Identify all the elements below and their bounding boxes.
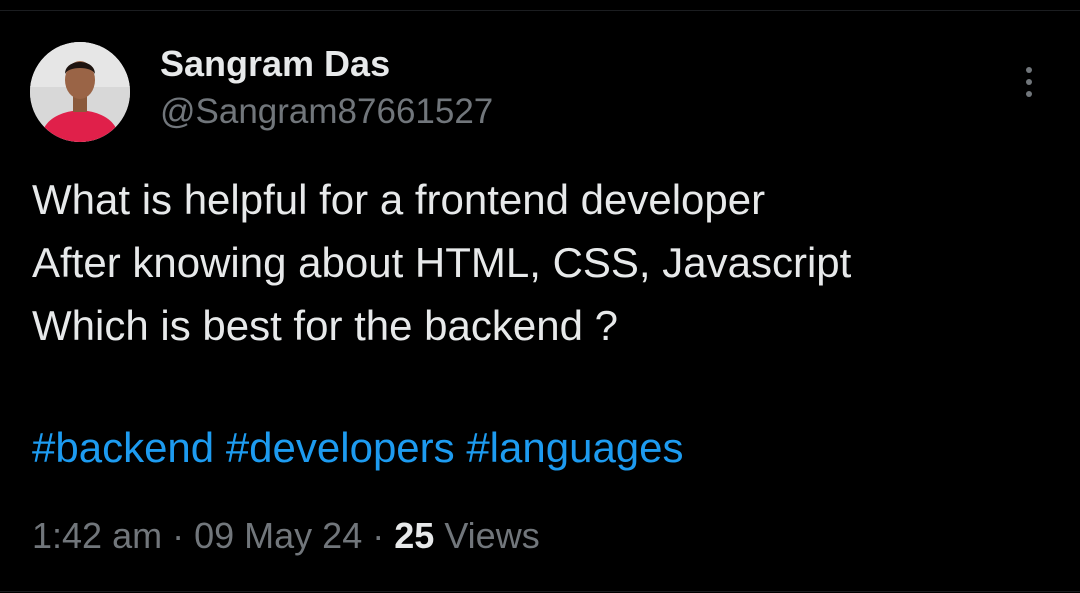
top-divider [0,10,1080,11]
tweet-line: After knowing about HTML, CSS, Javascrip… [32,239,852,286]
more-options-button[interactable] [1012,62,1046,102]
views-label: Views [444,515,540,556]
tweet-meta: 1:42 am · 09 May 24 · 25 Views [32,512,540,560]
tweet-line: What is helpful for a frontend developer [32,176,766,223]
hashtag-list: #backend #developers #languages [32,420,684,476]
post-time[interactable]: 1:42 am [32,515,162,556]
tweet-line: Which is best for the backend ? [32,302,618,349]
author-display-name[interactable]: Sangram Das [160,44,390,84]
tweet-body: What is helpful for a frontend developer… [32,168,851,357]
more-vertical-icon [1026,67,1032,73]
author-handle[interactable]: @Sangram87661527 [160,92,493,132]
more-vertical-icon-dot [1026,79,1032,85]
views-count: 25 [394,515,435,556]
post-date[interactable]: 09 May 24 [194,515,362,556]
avatar-image [30,42,130,142]
tweet-card: Sangram Das @Sangram87661527 What is hel… [0,0,1080,593]
meta-separator: · [372,515,385,556]
hashtag-languages[interactable]: #languages [466,424,683,471]
hashtag-developers[interactable]: #developers [226,424,455,471]
hashtag-backend[interactable]: #backend [32,424,214,471]
more-vertical-icon-dot [1026,91,1032,97]
avatar[interactable] [30,42,130,142]
bottom-divider [0,591,1080,592]
meta-separator: · [172,515,185,556]
